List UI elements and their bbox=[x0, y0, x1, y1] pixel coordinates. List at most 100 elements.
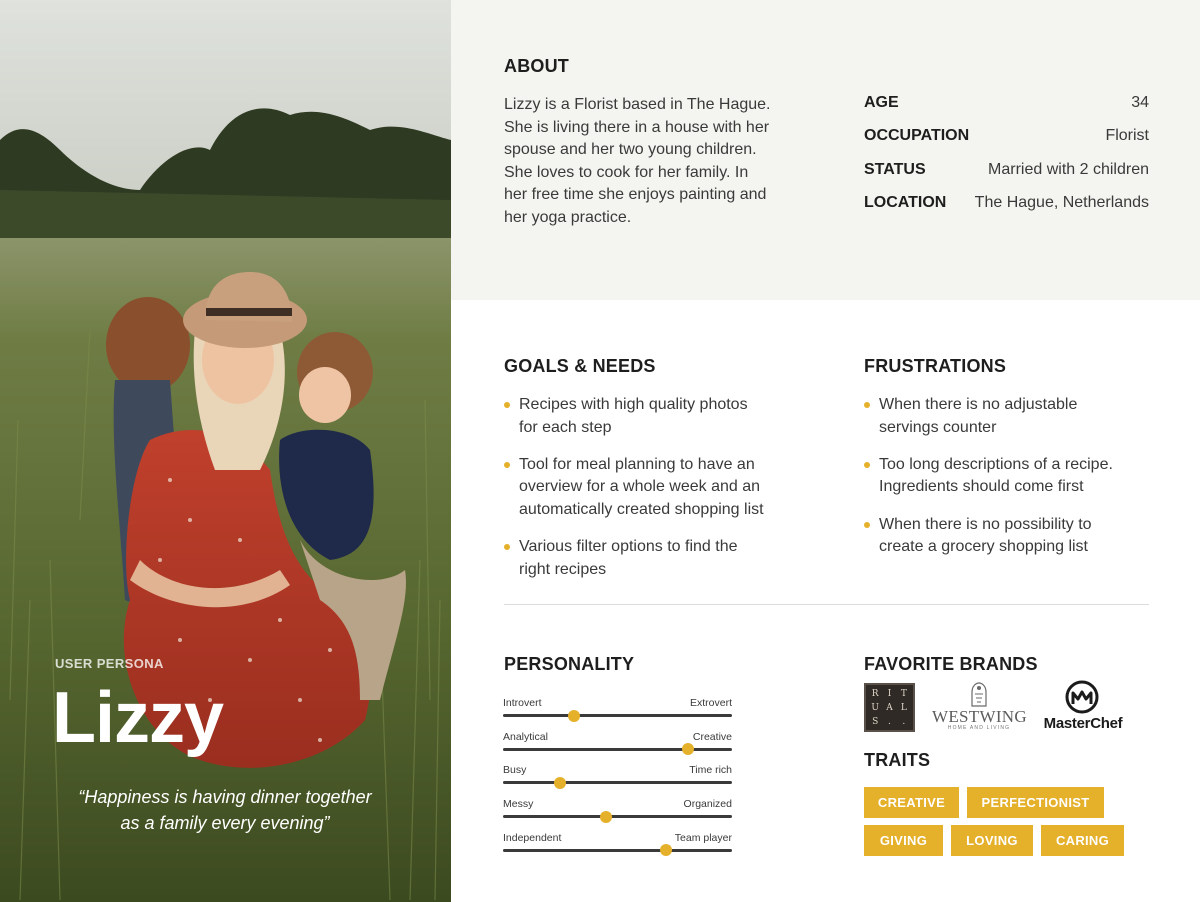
slider-track bbox=[503, 815, 732, 819]
trait-badge: CREATIVE bbox=[864, 787, 959, 818]
slider-right-label: Time rich bbox=[689, 764, 732, 777]
quote-line: as a family every evening” bbox=[120, 813, 330, 833]
list-item: Tool for meal planning to have an overvi… bbox=[504, 454, 804, 522]
about-line: Lizzy is a Florist based in The Hague. bbox=[504, 96, 771, 113]
slider-right-label: Extrovert bbox=[689, 697, 732, 709]
trait-badge: GIVING bbox=[864, 825, 943, 856]
rituals-letter: . bbox=[888, 717, 891, 727]
goals-heading: GOALS & NEEDS bbox=[504, 356, 656, 376]
list-item-line: Ingredients should come first bbox=[879, 478, 1084, 496]
fact-occupation: OCCUPATION Florist bbox=[864, 127, 1149, 160]
persona-quote: “Happiness is having dinner together as … bbox=[30, 784, 420, 836]
persona-label: USER PERSONA bbox=[55, 656, 164, 671]
personality-slider: Busy Time rich bbox=[503, 764, 732, 798]
about-heading: ABOUT bbox=[504, 56, 569, 76]
slider-track bbox=[503, 714, 732, 717]
rituals-letter: A bbox=[886, 703, 893, 713]
fact-value: The Hague, Netherlands bbox=[974, 194, 1149, 212]
slider-right-label: Team player bbox=[674, 831, 732, 844]
bullet-icon bbox=[864, 521, 870, 528]
list-item-line: Too long descriptions of a recipe. bbox=[879, 455, 1113, 473]
rituals-letter: I bbox=[887, 689, 892, 699]
fact-value: 34 bbox=[1131, 94, 1149, 111]
list-item-line: When there is no adjustable bbox=[879, 396, 1078, 413]
slider-left-label: Independent bbox=[503, 831, 562, 844]
list-item-line: for each step bbox=[519, 418, 612, 436]
list-item-line: Recipes with high quality photos bbox=[519, 396, 748, 413]
rituals-letter: T bbox=[900, 689, 907, 699]
personality-slider: Independent Team player bbox=[503, 832, 732, 866]
list-item: Recipes with high quality photos for eac… bbox=[504, 394, 804, 439]
about-description: Lizzy is a Florist based in The Hague. S… bbox=[504, 94, 804, 230]
fact-value: Florist bbox=[1105, 127, 1149, 145]
masterchef-logo: MasterChef bbox=[1040, 680, 1126, 732]
list-item: When there is no possibility to create a… bbox=[864, 514, 1154, 559]
slider-left-label: Analytical bbox=[503, 730, 548, 743]
persona-name: Lizzy bbox=[52, 678, 224, 758]
slider-right-label: Organized bbox=[683, 798, 732, 811]
fact-key: LOCATION bbox=[864, 194, 947, 212]
masterchef-wordmark: MasterChef bbox=[1043, 715, 1123, 732]
frustrations-list: When there is no adjustable servings cou… bbox=[864, 394, 1154, 573]
quote-line: “Happiness is having dinner together bbox=[78, 787, 372, 807]
about-line: her free time she enjoys painting and bbox=[504, 186, 767, 204]
rituals-letter: R bbox=[871, 689, 879, 699]
slider-left-label: Messy bbox=[503, 798, 534, 811]
rituals-letter: . bbox=[902, 717, 906, 727]
personality-slider: Analytical Creative bbox=[503, 731, 732, 765]
frustrations-heading: FRUSTRATIONS bbox=[864, 356, 1007, 376]
slider-knob bbox=[600, 810, 613, 823]
rituals-letter: L bbox=[900, 703, 907, 713]
slider-knob bbox=[659, 844, 672, 857]
westwing-emblem-icon bbox=[971, 682, 987, 707]
rituals-letter: S bbox=[872, 717, 879, 727]
slider-knob bbox=[567, 709, 580, 722]
about-line: She loves to cook for her family. In bbox=[504, 163, 749, 181]
trait-badge: LOVING bbox=[951, 825, 1033, 856]
about-line: spouse and her two young children. bbox=[504, 141, 757, 159]
rituals-logo: R I T U A L S . . bbox=[864, 683, 915, 732]
personality-sliders: Introvert Extrovert Analytical Creative Bu… bbox=[503, 697, 732, 865]
bullet-icon bbox=[504, 461, 510, 468]
section-divider bbox=[504, 604, 1149, 605]
list-item-line: overview for a whole week and an bbox=[519, 478, 761, 496]
slider-left-label: Introvert bbox=[503, 697, 542, 709]
fact-age: AGE 34 bbox=[864, 94, 1149, 127]
slider-knob bbox=[682, 743, 695, 756]
family-photo-illustration bbox=[0, 0, 451, 902]
personality-slider: Messy Organized bbox=[503, 798, 732, 832]
list-item: Too long descriptions of a recipe. Ingre… bbox=[864, 454, 1154, 499]
list-item: When there is no adjustable servings cou… bbox=[864, 394, 1154, 439]
traits-heading: TRAITS bbox=[864, 750, 931, 770]
westwing-logo: WESTWING HOME AND LIVING bbox=[932, 680, 1027, 732]
slider-left-label: Busy bbox=[503, 764, 527, 777]
list-item-line: create a grocery shopping list bbox=[879, 538, 1088, 556]
bullet-icon bbox=[864, 402, 870, 408]
trait-badge: PERFECTIONIST bbox=[967, 787, 1104, 818]
about-line: her yoga practice. bbox=[504, 208, 632, 226]
fact-location: LOCATION The Hague, Netherlands bbox=[864, 194, 1149, 227]
slider-track bbox=[503, 781, 732, 785]
trait-badge: CARING bbox=[1041, 825, 1124, 856]
persona-facts: AGE 34 OCCUPATION Florist STATUS Married… bbox=[864, 94, 1149, 228]
fact-key: AGE bbox=[864, 94, 899, 111]
masterchef-emblem-icon bbox=[1065, 680, 1099, 714]
personality-slider: Introvert Extrovert bbox=[503, 697, 732, 731]
westwing-wordmark: WESTWING bbox=[932, 707, 1027, 726]
fact-key: OCCUPATION bbox=[864, 127, 970, 145]
rituals-letter: U bbox=[871, 703, 879, 713]
list-item-line: automatically created shopping list bbox=[519, 500, 764, 518]
bullet-icon bbox=[504, 544, 510, 551]
personality-heading: PERSONALITY bbox=[504, 654, 635, 674]
list-item-line: Various filter options to find the bbox=[519, 538, 738, 556]
about-line: She is living there in a house with her bbox=[504, 118, 770, 136]
brands-heading: FAVORITE BRANDS bbox=[864, 654, 1038, 674]
list-item-line: When there is no possibility to bbox=[879, 515, 1092, 533]
goals-list: Recipes with high quality photos for eac… bbox=[504, 394, 804, 596]
fact-status: STATUS Married with 2 children bbox=[864, 161, 1149, 194]
list-item-line: servings counter bbox=[879, 418, 997, 436]
slider-right-label: Creative bbox=[692, 730, 732, 743]
persona-photo: USER PERSONA Lizzy “Happiness is having … bbox=[0, 0, 451, 902]
list-item-line: right recipes bbox=[519, 560, 607, 578]
list-item-line: Tool for meal planning to have an bbox=[519, 455, 755, 473]
